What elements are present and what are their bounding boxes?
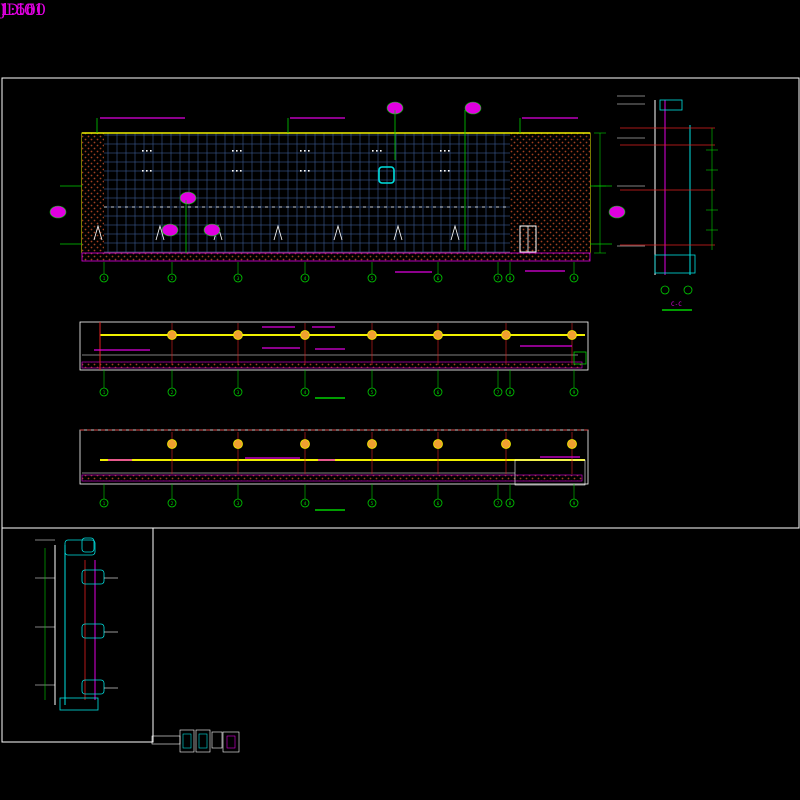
grid-axis-label: 6	[437, 501, 440, 507]
column-marker	[567, 330, 577, 340]
plan-view-upper: 1 2 3 4 5 6 7 8 9	[79, 321, 589, 399]
grid-axis-label: 1	[103, 276, 106, 282]
column-marker	[433, 439, 443, 449]
grid-axis-label: 1	[103, 501, 106, 507]
grid-axis-label: 8	[509, 276, 512, 282]
grid-axis-label: 3	[237, 390, 240, 396]
column-marker	[501, 439, 511, 449]
column-marker	[167, 330, 177, 340]
column-marker	[501, 330, 511, 340]
column-marker	[167, 439, 177, 449]
detail-jd01	[35, 537, 118, 711]
grid-axis-label: 7	[497, 501, 500, 507]
grid-axis-label: 4	[304, 501, 307, 507]
column-marker	[367, 330, 377, 340]
callout-bubble	[49, 205, 67, 219]
elevation-view: 1 2 3 4 5 6 7 8 9	[49, 101, 626, 283]
callout-bubble	[608, 205, 626, 219]
callout-bubble	[179, 191, 197, 205]
sheet-thumbnails	[151, 729, 240, 753]
plan-view-lower: 1 2 3 4 5 6 7 8 9	[79, 429, 589, 511]
section-cc-title: C-C	[671, 301, 682, 308]
grid-axis-label: 4	[304, 276, 307, 282]
callout-bubble	[161, 223, 179, 237]
grid-axis-label: 2	[171, 390, 174, 396]
column-marker	[233, 330, 243, 340]
grid-axis-label: 3	[237, 501, 240, 507]
grid-axis-label: 4	[304, 390, 307, 396]
grid-axis-label: 5	[371, 276, 374, 282]
callout-bubble	[203, 223, 221, 237]
column-marker	[233, 439, 243, 449]
grid-axis-label: 8	[509, 501, 512, 507]
column-marker	[367, 439, 377, 449]
grid-axis-label: 9	[573, 501, 576, 507]
grid-axis-label: 9	[573, 276, 576, 282]
grid-axis-label: 7	[497, 390, 500, 396]
grid-axis-label: 3	[237, 276, 240, 282]
callout-bubble	[464, 101, 482, 115]
column-marker	[300, 330, 310, 340]
column-marker	[300, 439, 310, 449]
cad-drawing-canvas: 1 2 3 4 5 6 7 8 9 C-C 1 2 3 4 5 6 7 8 9 1 2 3 4 …	[1, 77, 800, 753]
grid-axis-label: 2	[171, 276, 174, 282]
grid-axis-label: 6	[437, 390, 440, 396]
grid-axis-label: 1	[103, 390, 106, 396]
section-cc: C-C	[617, 95, 718, 311]
grid-axis-label: 5	[371, 390, 374, 396]
grid-axis-label: 2	[171, 501, 174, 507]
grid-axis-label: 8	[509, 390, 512, 396]
grid-axis-label: 9	[573, 390, 576, 396]
column-marker	[567, 439, 577, 449]
column-marker	[433, 330, 443, 340]
grid-axis-label: 5	[371, 501, 374, 507]
grid-axis-label: 7	[497, 276, 500, 282]
grid-axis-label: 6	[437, 276, 440, 282]
